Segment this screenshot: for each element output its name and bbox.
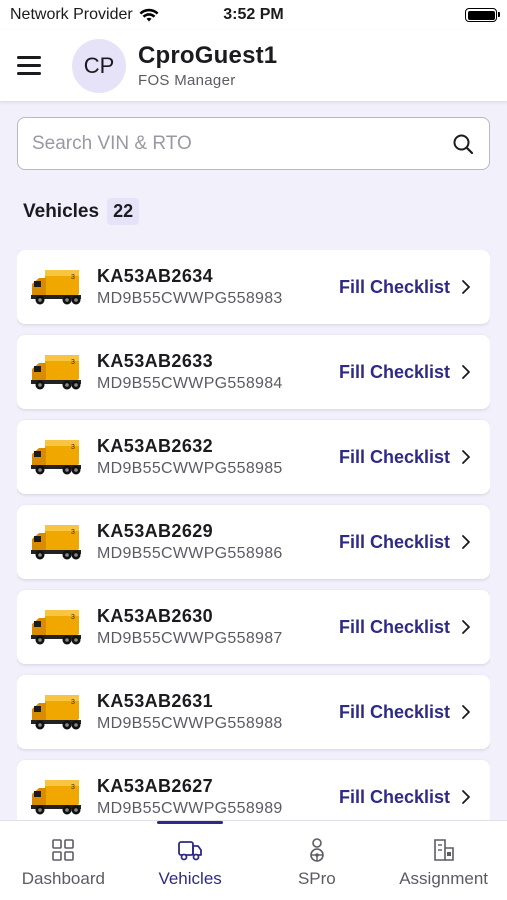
wifi-icon: [139, 8, 159, 21]
fill-checklist-link[interactable]: Fill Checklist: [339, 277, 472, 298]
search-input[interactable]: [32, 132, 451, 155]
vehicle-card[interactable]: 3 KA53AB2634 MD9B55CWWPG558983 Fill Chec…: [17, 250, 490, 324]
vehicle-info: KA53AB2632 MD9B55CWWPG558985: [97, 436, 339, 478]
fill-checklist-label: Fill Checklist: [338, 786, 450, 807]
fill-checklist-label: Fill Checklist: [338, 361, 450, 382]
nav-spro-label: SPro: [297, 869, 336, 888]
vehicle-registration: KA53AB2627: [97, 776, 214, 796]
nav-dashboard-label: Dashboard: [21, 869, 105, 888]
chevron-right-icon: [462, 450, 470, 464]
truck-icon: 3: [31, 525, 81, 560]
search-icon[interactable]: [451, 132, 475, 156]
fill-checklist-link[interactable]: Fill Checklist: [339, 617, 472, 638]
fill-checklist-link[interactable]: Fill Checklist: [339, 447, 472, 468]
nav-assignment-label: Assignment: [399, 869, 489, 888]
chevron-right-icon: [462, 620, 470, 634]
avatar[interactable]: CP: [72, 38, 126, 93]
vehicle-list[interactable]: 3 KA53AB2634 MD9B55CWWPG558983 Fill Chec…: [17, 250, 490, 820]
chevron-right-icon: [462, 705, 470, 719]
truck-icon: 3: [31, 355, 81, 390]
dashboard-icon: [52, 839, 75, 861]
status-bar: Network Provider 3:52 PM: [0, 0, 507, 30]
fill-checklist-link[interactable]: Fill Checklist: [339, 787, 472, 808]
user-info: CproGuest1 FOS Manager: [138, 42, 277, 89]
nav-vehicles-label: Vehicles: [158, 869, 222, 888]
nav-dashboard[interactable]: Dashboard: [0, 821, 127, 900]
chevron-right-icon: [462, 365, 470, 379]
vehicle-vin: MD9B55CWWPG558984: [97, 375, 283, 392]
fill-checklist-label: Fill Checklist: [338, 276, 450, 297]
vehicle-registration: KA53AB2634: [97, 266, 214, 286]
vehicle-info: KA53AB2631 MD9B55CWWPG558988: [97, 691, 339, 733]
vehicle-card[interactable]: 3 KA53AB2631 MD9B55CWWPG558988 Fill Chec…: [17, 675, 490, 749]
chevron-right-icon: [462, 535, 470, 549]
svg-text:3: 3: [71, 529, 75, 536]
svg-text:3: 3: [71, 274, 75, 281]
truck-icon: 3: [31, 780, 81, 815]
vehicle-vin: MD9B55CWWPG558986: [97, 545, 283, 562]
fill-checklist-label: Fill Checklist: [338, 446, 450, 467]
fill-checklist-link[interactable]: Fill Checklist: [339, 532, 472, 553]
vehicle-card[interactable]: 3 KA53AB2629 MD9B55CWWPG558986 Fill Chec…: [17, 505, 490, 579]
vehicle-vin: MD9B55CWWPG558983: [97, 290, 283, 307]
vehicle-info: KA53AB2634 MD9B55CWWPG558983: [97, 266, 339, 308]
vehicle-icon: [178, 841, 203, 861]
svg-text:3: 3: [71, 784, 75, 791]
carrier-label: Network Provider: [10, 6, 133, 23]
vehicle-info: KA53AB2629 MD9B55CWWPG558986: [97, 521, 339, 563]
svg-text:3: 3: [71, 614, 75, 621]
vehicle-registration: KA53AB2630: [97, 606, 214, 626]
assignment-icon: [433, 839, 454, 861]
svg-text:3: 3: [71, 444, 75, 451]
user-name: CproGuest1: [138, 42, 278, 69]
hamburger-menu-icon[interactable]: [17, 49, 51, 83]
vehicle-vin: MD9B55CWWPG558987: [97, 630, 283, 647]
vehicle-vin: MD9B55CWWPG558989: [97, 800, 283, 817]
nav-assignment[interactable]: Assignment: [380, 821, 507, 900]
fill-checklist-label: Fill Checklist: [338, 616, 450, 637]
vehicle-vin: MD9B55CWWPG558988: [97, 715, 283, 732]
fill-checklist-link[interactable]: Fill Checklist: [339, 362, 472, 383]
fill-checklist-label: Fill Checklist: [338, 531, 450, 552]
vehicle-registration: KA53AB2629: [97, 521, 214, 541]
vehicle-registration: KA53AB2633: [97, 351, 214, 371]
vehicle-vin: MD9B55CWWPG558985: [97, 460, 283, 477]
vehicle-info: KA53AB2627 MD9B55CWWPG558989: [97, 776, 339, 818]
spro-icon: [310, 838, 324, 862]
nav-spro[interactable]: SPro: [254, 821, 381, 900]
vehicle-registration: KA53AB2632: [97, 436, 214, 456]
search-box[interactable]: [17, 117, 490, 170]
vehicle-card[interactable]: 3 KA53AB2633 MD9B55CWWPG558984 Fill Chec…: [17, 335, 490, 409]
vehicle-info: KA53AB2630 MD9B55CWWPG558987: [97, 606, 339, 648]
svg-text:3: 3: [71, 699, 75, 706]
vehicle-count-badge: 22: [107, 198, 140, 225]
section-title: Vehicles: [23, 200, 100, 222]
vehicle-card[interactable]: 3 KA53AB2630 MD9B55CWWPG558987 Fill Chec…: [17, 590, 490, 664]
nav-vehicles[interactable]: Vehicles: [127, 821, 254, 900]
vehicles-section-header: Vehicles 22: [23, 198, 140, 225]
truck-icon: 3: [31, 270, 81, 305]
fill-checklist-link[interactable]: Fill Checklist: [339, 702, 472, 723]
vehicle-card[interactable]: 3 KA53AB2627 MD9B55CWWPG558989 Fill Chec…: [17, 760, 490, 820]
chevron-right-icon: [462, 280, 470, 294]
truck-icon: 3: [31, 695, 81, 730]
battery-icon: [465, 8, 500, 22]
app-header: CP CproGuest1 FOS Manager: [0, 30, 507, 102]
status-left: Network Provider: [10, 6, 159, 24]
chevron-right-icon: [462, 790, 470, 804]
truck-icon: 3: [31, 440, 81, 475]
truck-icon: 3: [31, 610, 81, 645]
bottom-navigation: Dashboard Vehicles SPro Assignment: [0, 820, 507, 900]
vehicle-info: KA53AB2633 MD9B55CWWPG558984: [97, 351, 339, 393]
vehicle-registration: KA53AB2631: [97, 691, 214, 711]
fill-checklist-label: Fill Checklist: [338, 701, 450, 722]
user-role: FOS Manager: [138, 72, 236, 89]
vehicle-card[interactable]: 3 KA53AB2632 MD9B55CWWPG558985 Fill Chec…: [17, 420, 490, 494]
svg-text:3: 3: [71, 359, 75, 366]
